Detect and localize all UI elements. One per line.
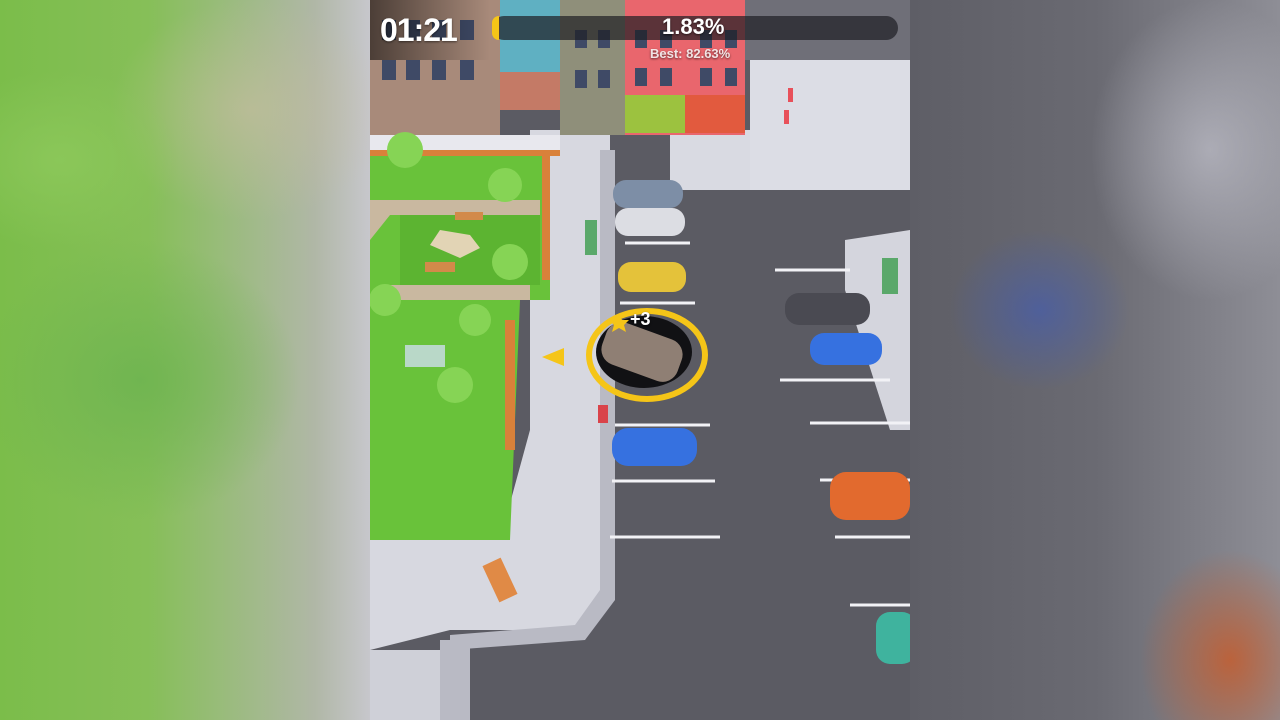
blurred-right-panel	[910, 0, 1280, 720]
plaza-right	[750, 60, 910, 190]
bench-2	[455, 212, 483, 220]
curb-bottom	[440, 640, 470, 720]
phone-booth	[585, 220, 597, 255]
blurred-left-panel	[0, 0, 370, 720]
game-viewport[interactable]: +3 01:21 1.83% Best: 82.63%	[370, 0, 910, 720]
storefront-red	[685, 95, 745, 133]
picnic-table	[405, 345, 445, 367]
progress-fill	[492, 16, 500, 40]
best-score: Best: 82.63%	[650, 46, 731, 61]
kiosk	[882, 258, 898, 294]
parking-meter	[598, 405, 608, 423]
storefront-green	[625, 95, 685, 133]
score-popup: +3	[630, 309, 651, 329]
city-scene	[370, 0, 910, 720]
timer-display: 01:21	[380, 12, 458, 48]
park-fence-lower	[505, 320, 515, 450]
progress-percent: 1.83%	[662, 14, 725, 39]
park-fence-side	[542, 150, 550, 280]
bench-1	[425, 262, 455, 272]
park-path-mid	[390, 285, 530, 300]
